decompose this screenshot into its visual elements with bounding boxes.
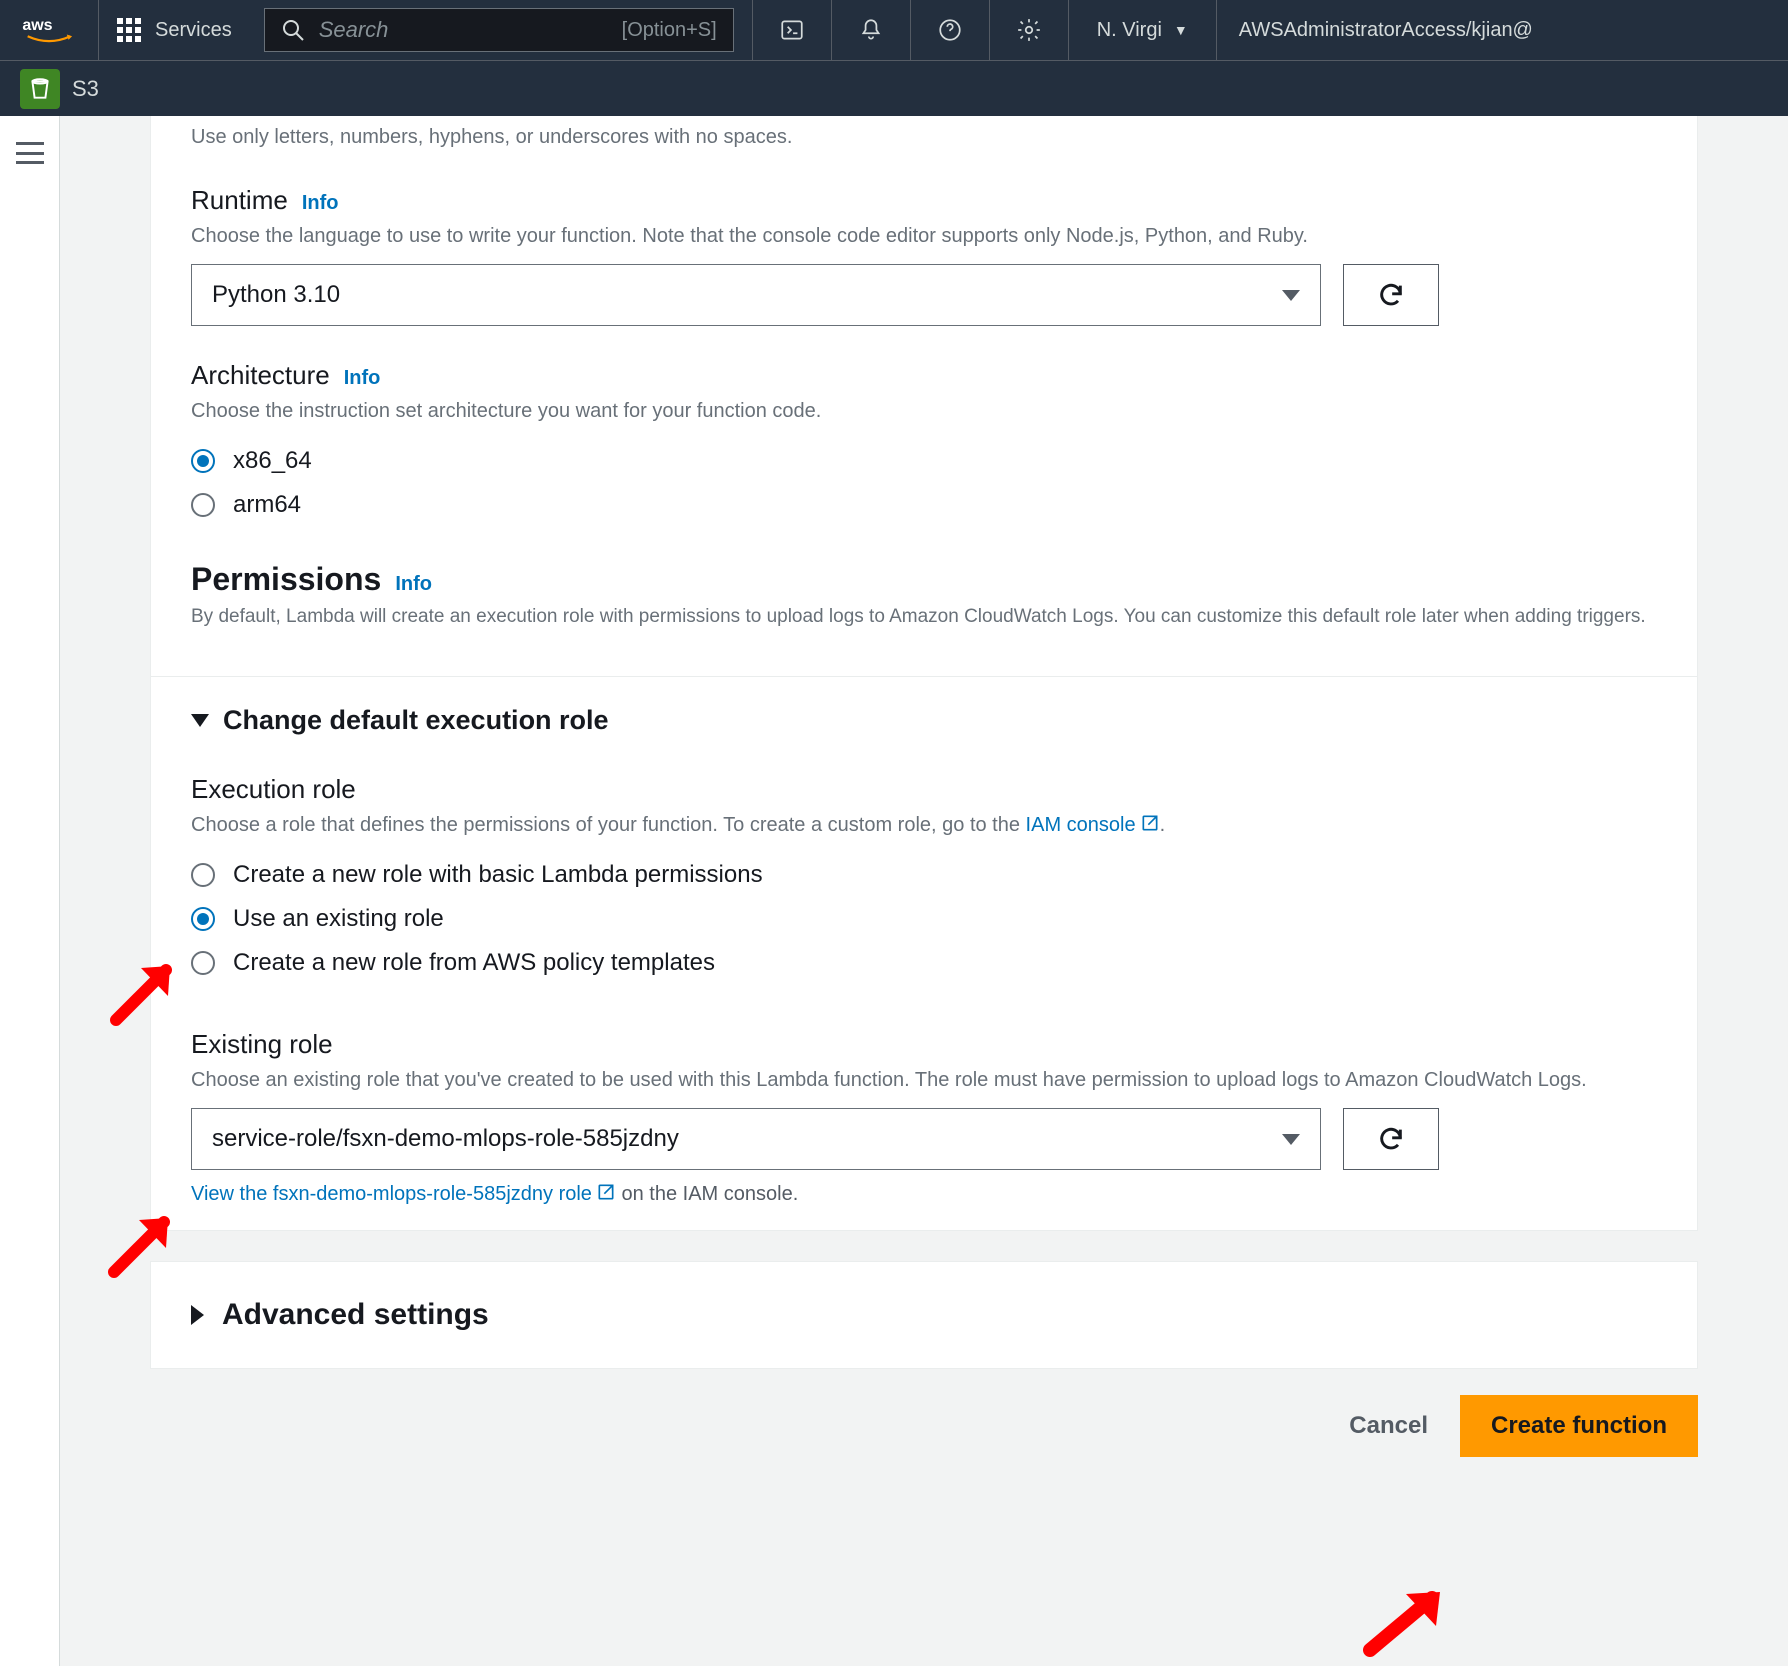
execrole-radio-existing[interactable]: Use an existing role bbox=[191, 897, 1657, 941]
execrole-option-0: Create a new role with basic Lambda perm… bbox=[233, 861, 763, 889]
radio-icon bbox=[191, 907, 215, 931]
create-function-button[interactable]: Create function bbox=[1460, 1395, 1698, 1457]
services-label: Services bbox=[155, 19, 232, 42]
architecture-info-link[interactable]: Info bbox=[344, 367, 381, 390]
caret-right-icon bbox=[191, 1305, 204, 1325]
grid-icon bbox=[117, 18, 141, 42]
arch-option-0: x86_64 bbox=[233, 447, 312, 475]
permissions-info-link[interactable]: Info bbox=[395, 573, 432, 596]
chevron-down-icon bbox=[1282, 1134, 1300, 1145]
svg-text:aws: aws bbox=[22, 17, 52, 34]
search-placeholder: Search bbox=[319, 17, 389, 43]
advanced-title: Advanced settings bbox=[222, 1298, 489, 1332]
radio-icon bbox=[191, 449, 215, 473]
change-role-expander[interactable]: Change default execution role bbox=[151, 677, 1697, 736]
existingrole-label: Existing role bbox=[191, 1029, 333, 1060]
search-icon bbox=[281, 18, 305, 42]
role-label[interactable]: AWSAdministratorAccess/kjian@ bbox=[1217, 0, 1555, 60]
existingrole-help: Choose an existing role that you've crea… bbox=[191, 1066, 1657, 1094]
aws-logo-icon: aws bbox=[22, 14, 76, 46]
sidebar-toggle[interactable] bbox=[16, 142, 44, 164]
cloudshell-icon bbox=[779, 17, 805, 43]
top-nav: aws Services Search [Option+S] bbox=[0, 0, 1788, 60]
chevron-down-icon bbox=[1282, 290, 1300, 301]
architecture-label: Architecture bbox=[191, 360, 330, 391]
runtime-label: Runtime bbox=[191, 185, 288, 216]
execrole-label: Execution role bbox=[191, 774, 356, 805]
form-actions: Cancel Create function bbox=[150, 1369, 1698, 1457]
name-hint: Use only letters, numbers, hyphens, or u… bbox=[151, 116, 1697, 175]
s3-service-icon[interactable] bbox=[20, 69, 60, 109]
execrole-option-2: Create a new role from AWS policy templa… bbox=[233, 949, 715, 977]
arch-radio-x86[interactable]: x86_64 bbox=[191, 439, 1657, 483]
refresh-icon bbox=[1377, 1125, 1405, 1153]
arch-radio-arm64[interactable]: arm64 bbox=[191, 483, 1657, 527]
runtime-refresh-button[interactable] bbox=[1343, 264, 1439, 326]
function-config-panel: Use only letters, numbers, hyphens, or u… bbox=[150, 116, 1698, 1231]
architecture-section: Architecture Info Choose the instruction… bbox=[151, 350, 1697, 551]
search-input[interactable]: Search [Option+S] bbox=[264, 8, 734, 52]
advanced-settings-expander[interactable]: Advanced settings bbox=[150, 1261, 1698, 1369]
runtime-help: Choose the language to use to write your… bbox=[191, 222, 1657, 250]
services-menu[interactable]: Services bbox=[98, 0, 250, 60]
expander-title: Change default execution role bbox=[223, 705, 609, 736]
runtime-section: Runtime Info Choose the language to use … bbox=[151, 175, 1697, 350]
external-link-icon bbox=[596, 1182, 616, 1202]
radio-icon bbox=[191, 951, 215, 975]
settings-button[interactable] bbox=[990, 0, 1069, 60]
chevron-down-icon: ▼ bbox=[1174, 22, 1188, 38]
caret-down-icon bbox=[191, 714, 209, 727]
external-link-icon bbox=[1140, 813, 1160, 833]
view-role-line: View the fsxn-demo-mlops-role-585jzdny r… bbox=[191, 1182, 1657, 1206]
execution-role-section: Execution role Choose a role that define… bbox=[151, 736, 1697, 1009]
radio-icon bbox=[191, 863, 215, 887]
existingrole-value: service-role/fsxn-demo-mlops-role-585jzd… bbox=[212, 1125, 679, 1153]
cancel-button[interactable]: Cancel bbox=[1345, 1402, 1432, 1450]
bucket-icon bbox=[27, 76, 53, 102]
view-role-link[interactable]: View the fsxn-demo-mlops-role-585jzdny r… bbox=[191, 1183, 592, 1205]
execrole-help: Choose a role that defines the permissio… bbox=[191, 811, 1657, 839]
architecture-help: Choose the instruction set architecture … bbox=[191, 397, 1657, 425]
refresh-icon bbox=[1377, 281, 1405, 309]
account-label: N. Virgi bbox=[1097, 19, 1162, 42]
region-account-menu[interactable]: N. Virgi ▼ bbox=[1069, 0, 1217, 60]
existingrole-refresh-button[interactable] bbox=[1343, 1108, 1439, 1170]
permissions-heading: Permissions bbox=[191, 561, 381, 598]
permissions-desc: By default, Lambda will create an execut… bbox=[191, 606, 1657, 628]
arch-option-1: arm64 bbox=[233, 491, 301, 519]
view-role-suffix: on the IAM console. bbox=[621, 1183, 798, 1205]
existing-role-section: Existing role Choose an existing role th… bbox=[151, 1009, 1697, 1230]
subnav-label: S3 bbox=[72, 76, 99, 102]
notifications-button[interactable] bbox=[832, 0, 911, 60]
side-rail bbox=[0, 116, 60, 1666]
aws-logo[interactable]: aws bbox=[0, 14, 98, 46]
search-shortcut: [Option+S] bbox=[622, 19, 717, 42]
runtime-select[interactable]: Python 3.10 bbox=[191, 264, 1321, 326]
execrole-radio-template[interactable]: Create a new role from AWS policy templa… bbox=[191, 941, 1657, 985]
permissions-section: Permissions Info By default, Lambda will… bbox=[151, 551, 1697, 676]
execrole-radio-new-basic[interactable]: Create a new role with basic Lambda perm… bbox=[191, 853, 1657, 897]
help-icon bbox=[937, 17, 963, 43]
help-button[interactable] bbox=[911, 0, 990, 60]
runtime-info-link[interactable]: Info bbox=[302, 192, 339, 215]
runtime-value: Python 3.10 bbox=[212, 281, 340, 309]
iam-console-link[interactable]: IAM console bbox=[1026, 814, 1136, 836]
gear-icon bbox=[1016, 17, 1042, 43]
execrole-option-1: Use an existing role bbox=[233, 905, 444, 933]
cloudshell-button[interactable] bbox=[752, 0, 832, 60]
service-subnav: S3 bbox=[0, 60, 1788, 116]
topnav-icons bbox=[752, 0, 1069, 60]
existing-role-select[interactable]: service-role/fsxn-demo-mlops-role-585jzd… bbox=[191, 1108, 1321, 1170]
bell-icon bbox=[858, 17, 884, 43]
radio-icon bbox=[191, 493, 215, 517]
